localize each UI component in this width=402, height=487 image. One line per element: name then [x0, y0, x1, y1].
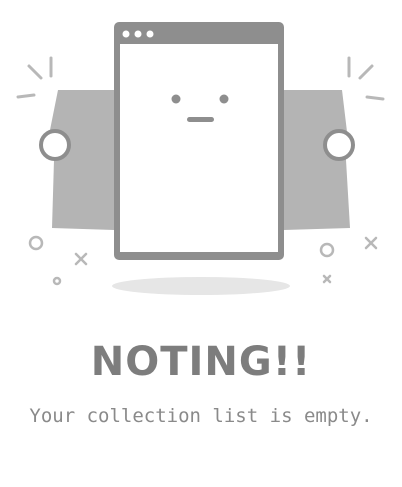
- empty-state-title: NOTING!!: [90, 339, 312, 385]
- cross-decoration: [74, 252, 88, 266]
- empty-state-message: Your collection list is empty.: [29, 405, 373, 427]
- face-right-eye: [219, 94, 229, 104]
- face-left-eye: [171, 94, 181, 104]
- circle-decoration: [52, 276, 62, 286]
- cross-decoration: [364, 236, 378, 250]
- right-circle-decoration: [323, 129, 355, 161]
- sparkle-right-decoration: [347, 56, 385, 101]
- circle-decoration: [28, 235, 44, 251]
- window-shadow: [112, 277, 290, 295]
- window-dot-icon: [146, 30, 154, 38]
- face-mouth: [187, 117, 214, 122]
- window-dot-icon: [134, 30, 142, 38]
- cross-decoration: [322, 274, 332, 284]
- circle-decoration: [319, 242, 335, 258]
- window-dot-icon: [122, 30, 130, 38]
- sparkle-left-decoration: [16, 56, 53, 99]
- browser-window: [114, 22, 284, 260]
- left-circle-decoration: [39, 129, 71, 161]
- empty-state-container: NOTING!! Your collection list is empty.: [0, 0, 402, 487]
- empty-browser-window-icon: [16, 22, 385, 295]
